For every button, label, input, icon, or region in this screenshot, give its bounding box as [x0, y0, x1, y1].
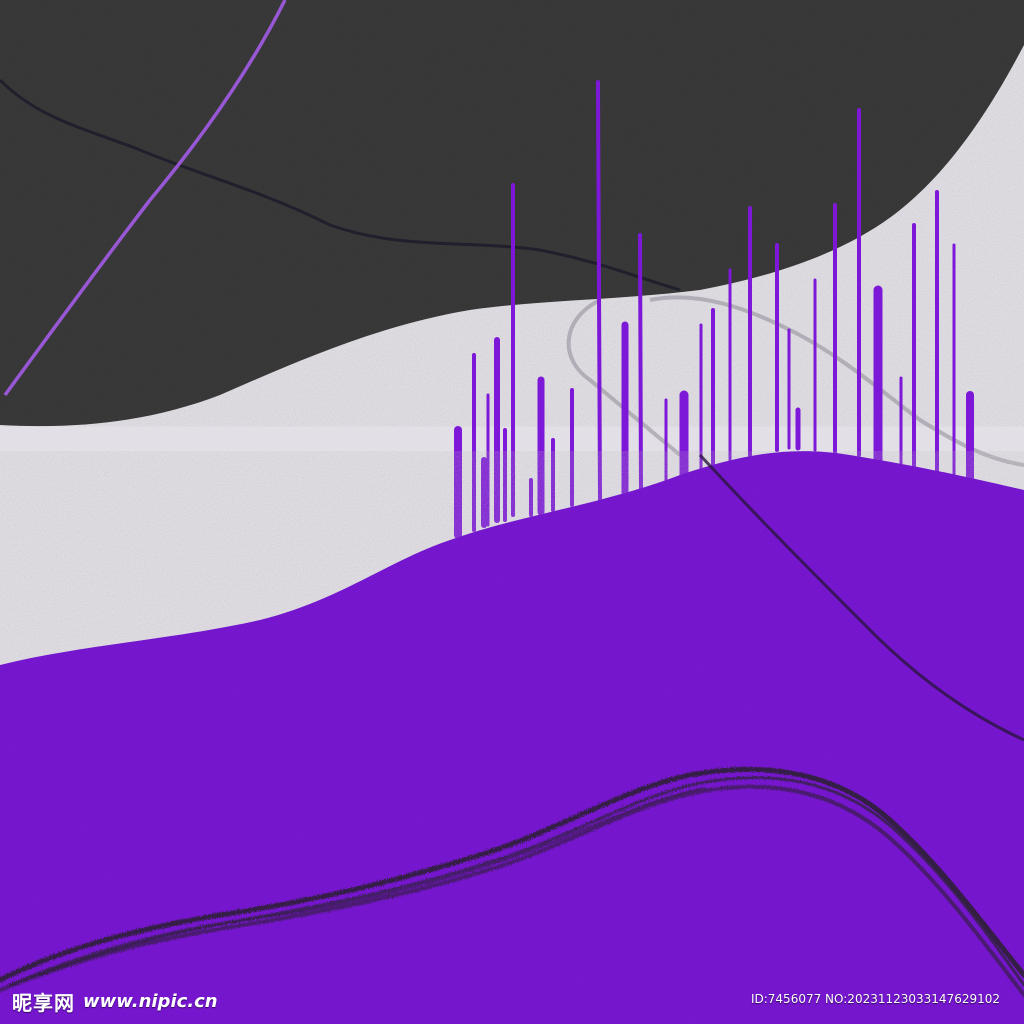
site-watermark: 昵享网 www.nipic.cn	[12, 988, 218, 1015]
artwork-svg	[0, 0, 1024, 1024]
watermark-site-name: 昵享网	[12, 990, 75, 1015]
abstract-artwork: 昵享网 www.nipic.cn ID:7456077 NO:202311230…	[0, 0, 1024, 1024]
watermark-id: ID:7456077 NO:20231123033147629102	[750, 992, 1000, 1006]
watermark-site-url: www.nipic.cn	[83, 990, 218, 1012]
